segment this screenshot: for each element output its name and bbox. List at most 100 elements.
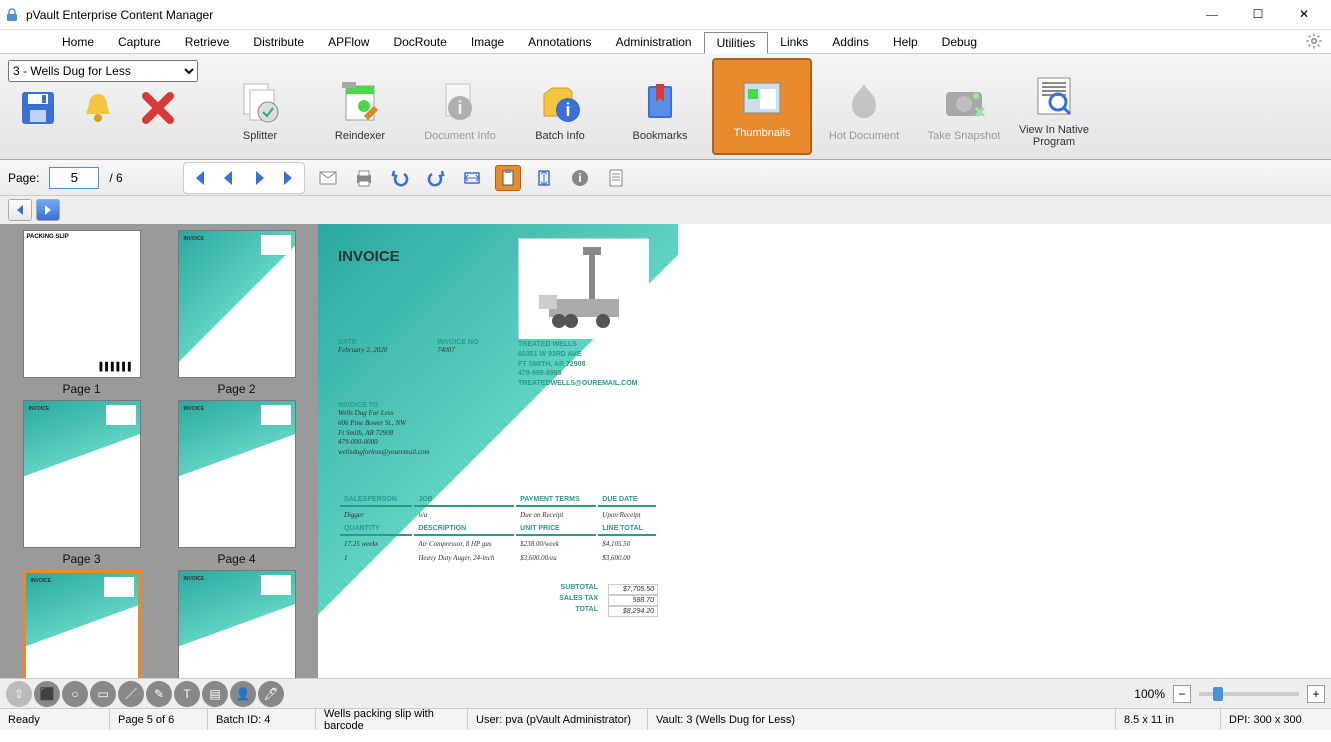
annot-note-icon[interactable]: ▤: [202, 681, 228, 707]
page-total: / 6: [109, 171, 122, 185]
status-user: User: pva (pVault Administrator): [468, 709, 648, 730]
annot-person-icon[interactable]: 👤: [230, 681, 256, 707]
nav-buttons: [183, 162, 305, 194]
menu-home[interactable]: Home: [50, 32, 106, 52]
doc-button[interactable]: [603, 165, 629, 191]
clipboard-button[interactable]: [495, 165, 521, 191]
undo-button[interactable]: [387, 165, 413, 191]
status-dpi: DPI: 300 x 300: [1221, 709, 1331, 730]
save-icon[interactable]: [18, 88, 58, 128]
menu-debug[interactable]: Debug: [930, 32, 989, 52]
tool-splitter[interactable]: Splitter: [210, 54, 310, 159]
document-preview: INVOICE DATE February 2, 2020 INVOICE NO…: [318, 224, 678, 678]
doc-image: [518, 238, 648, 338]
annot-rect-icon[interactable]: ▭: [90, 681, 116, 707]
annot-stop-icon[interactable]: ⬛: [34, 681, 60, 707]
menubar: Home Capture Retrieve Distribute APFlow …: [0, 30, 1331, 54]
titlebar: pVault Enterprise Content Manager — ☐ ✕: [0, 0, 1331, 30]
totals: SUBTOTAL$7,705.50 SALES TAX588.70 TOTAL$…: [559, 584, 658, 617]
status-desc: Wells packing slip with barcode: [316, 709, 468, 730]
menu-links[interactable]: Links: [768, 32, 820, 52]
menu-utilities[interactable]: Utilities: [704, 32, 769, 54]
fit-height-button[interactable]: [531, 165, 557, 191]
menu-help[interactable]: Help: [881, 32, 930, 52]
thumbnail-panel[interactable]: PACKING SLIP▌▌▌▌▌▌Page 1INVOICEPage 2INV…: [0, 224, 318, 678]
lock-icon: [4, 7, 20, 23]
annot-line-icon[interactable]: ／: [118, 681, 144, 707]
gear-icon[interactable]: [1305, 32, 1323, 50]
zoom-out-button[interactable]: −: [1173, 685, 1191, 703]
vault-select[interactable]: 3 - Wells Dug for Less: [8, 60, 198, 82]
thumbnail-6[interactable]: INVOICE: [161, 570, 312, 678]
prev-page-button[interactable]: [216, 165, 242, 191]
redo-button[interactable]: [423, 165, 449, 191]
menu-distribute[interactable]: Distribute: [241, 32, 316, 52]
forward-button[interactable]: [36, 199, 60, 221]
minimize-button[interactable]: —: [1189, 1, 1235, 29]
zoom-slider[interactable]: [1199, 692, 1299, 696]
fit-width-button[interactable]: [459, 165, 485, 191]
mail-button[interactable]: [315, 165, 341, 191]
tool-hot-document: Hot Document: [814, 54, 914, 159]
maximize-button[interactable]: ☐: [1235, 1, 1281, 29]
svg-text:i: i: [578, 171, 581, 185]
thumbnail-4[interactable]: INVOICEPage 4: [161, 400, 312, 566]
print-button[interactable]: [351, 165, 377, 191]
statusbar: Ready Page 5 of 6 Batch ID: 4 Wells pack…: [0, 708, 1331, 730]
thumbnail-3[interactable]: INVOICEPage 3: [6, 400, 157, 566]
tool-thumbnails[interactable]: Thumbnails: [712, 58, 812, 155]
last-page-button[interactable]: [276, 165, 302, 191]
thumbnail-5[interactable]: INVOICE: [6, 570, 157, 678]
thumbnail-1[interactable]: PACKING SLIP▌▌▌▌▌▌Page 1: [6, 230, 157, 396]
close-button[interactable]: ✕: [1281, 1, 1327, 29]
tool-document-info: i Document Info: [410, 54, 510, 159]
tool-batch-info[interactable]: i Batch Info: [510, 54, 610, 159]
tool-bookmarks[interactable]: Bookmarks: [610, 54, 710, 159]
menu-image[interactable]: Image: [459, 32, 516, 52]
tool-view-native[interactable]: View In Native Program: [1014, 54, 1094, 159]
status-page: Page 5 of 6: [110, 709, 208, 730]
annotation-bar: ⇧ ⬛ ○ ▭ ／ ✎ T ▤ 👤 🖊 100% − +: [0, 678, 1331, 708]
menu-docroute[interactable]: DocRoute: [381, 32, 458, 52]
annot-pencil-icon[interactable]: ✎: [146, 681, 172, 707]
status-ready: Ready: [0, 709, 110, 730]
svg-text:i: i: [457, 98, 462, 118]
first-page-button[interactable]: [186, 165, 212, 191]
nav-arrows: [0, 196, 1331, 224]
invoice-table: SALESPERSONJOBPAYMENT TERMSDUE DATE Digg…: [338, 492, 658, 566]
info-button[interactable]: i: [567, 165, 593, 191]
company-address: TREATED WELLS 60351 W 93RD AVE FT SMITH,…: [518, 340, 637, 389]
menu-annotations[interactable]: Annotations: [516, 32, 603, 52]
invoice-to: INVOICE TO Wells Dug For Less 606 Pine B…: [338, 402, 430, 458]
zoom-in-button[interactable]: +: [1307, 685, 1325, 703]
window-title: pVault Enterprise Content Manager: [26, 8, 1189, 22]
next-page-button[interactable]: [246, 165, 272, 191]
delete-icon[interactable]: [138, 88, 178, 128]
preview-panel: INVOICE DATE February 2, 2020 INVOICE NO…: [318, 224, 1331, 678]
svg-text:i: i: [565, 100, 570, 120]
menu-administration[interactable]: Administration: [604, 32, 704, 52]
annot-highlight-icon[interactable]: 🖊: [258, 681, 284, 707]
menu-apflow[interactable]: APFlow: [316, 32, 381, 52]
doc-title: INVOICE: [338, 248, 400, 265]
annot-circle-icon[interactable]: ○: [62, 681, 88, 707]
tool-take-snapshot: Take Snapshot: [914, 54, 1014, 159]
thumbnail-2[interactable]: INVOICEPage 2: [161, 230, 312, 396]
status-size: 8.5 x 11 in: [1116, 709, 1221, 730]
ribbon: 3 - Wells Dug for Less Splitter Reindexe…: [0, 54, 1331, 160]
status-batch: Batch ID: 4: [208, 709, 316, 730]
back-button[interactable]: [8, 199, 32, 221]
tool-reindexer[interactable]: Reindexer: [310, 54, 410, 159]
page-label: Page:: [8, 171, 39, 185]
annot-text-icon[interactable]: T: [174, 681, 200, 707]
status-vault: Vault: 3 (Wells Dug for Less): [648, 709, 1116, 730]
menu-retrieve[interactable]: Retrieve: [173, 32, 242, 52]
menu-capture[interactable]: Capture: [106, 32, 173, 52]
annot-up-icon[interactable]: ⇧: [6, 681, 32, 707]
pagebar: Page: / 6 i: [0, 160, 1331, 196]
content-area: PACKING SLIP▌▌▌▌▌▌Page 1INVOICEPage 2INV…: [0, 224, 1331, 678]
bell-icon[interactable]: [78, 88, 118, 128]
page-input[interactable]: [49, 167, 99, 189]
zoom-label: 100%: [1134, 687, 1165, 701]
menu-addins[interactable]: Addins: [820, 32, 881, 52]
